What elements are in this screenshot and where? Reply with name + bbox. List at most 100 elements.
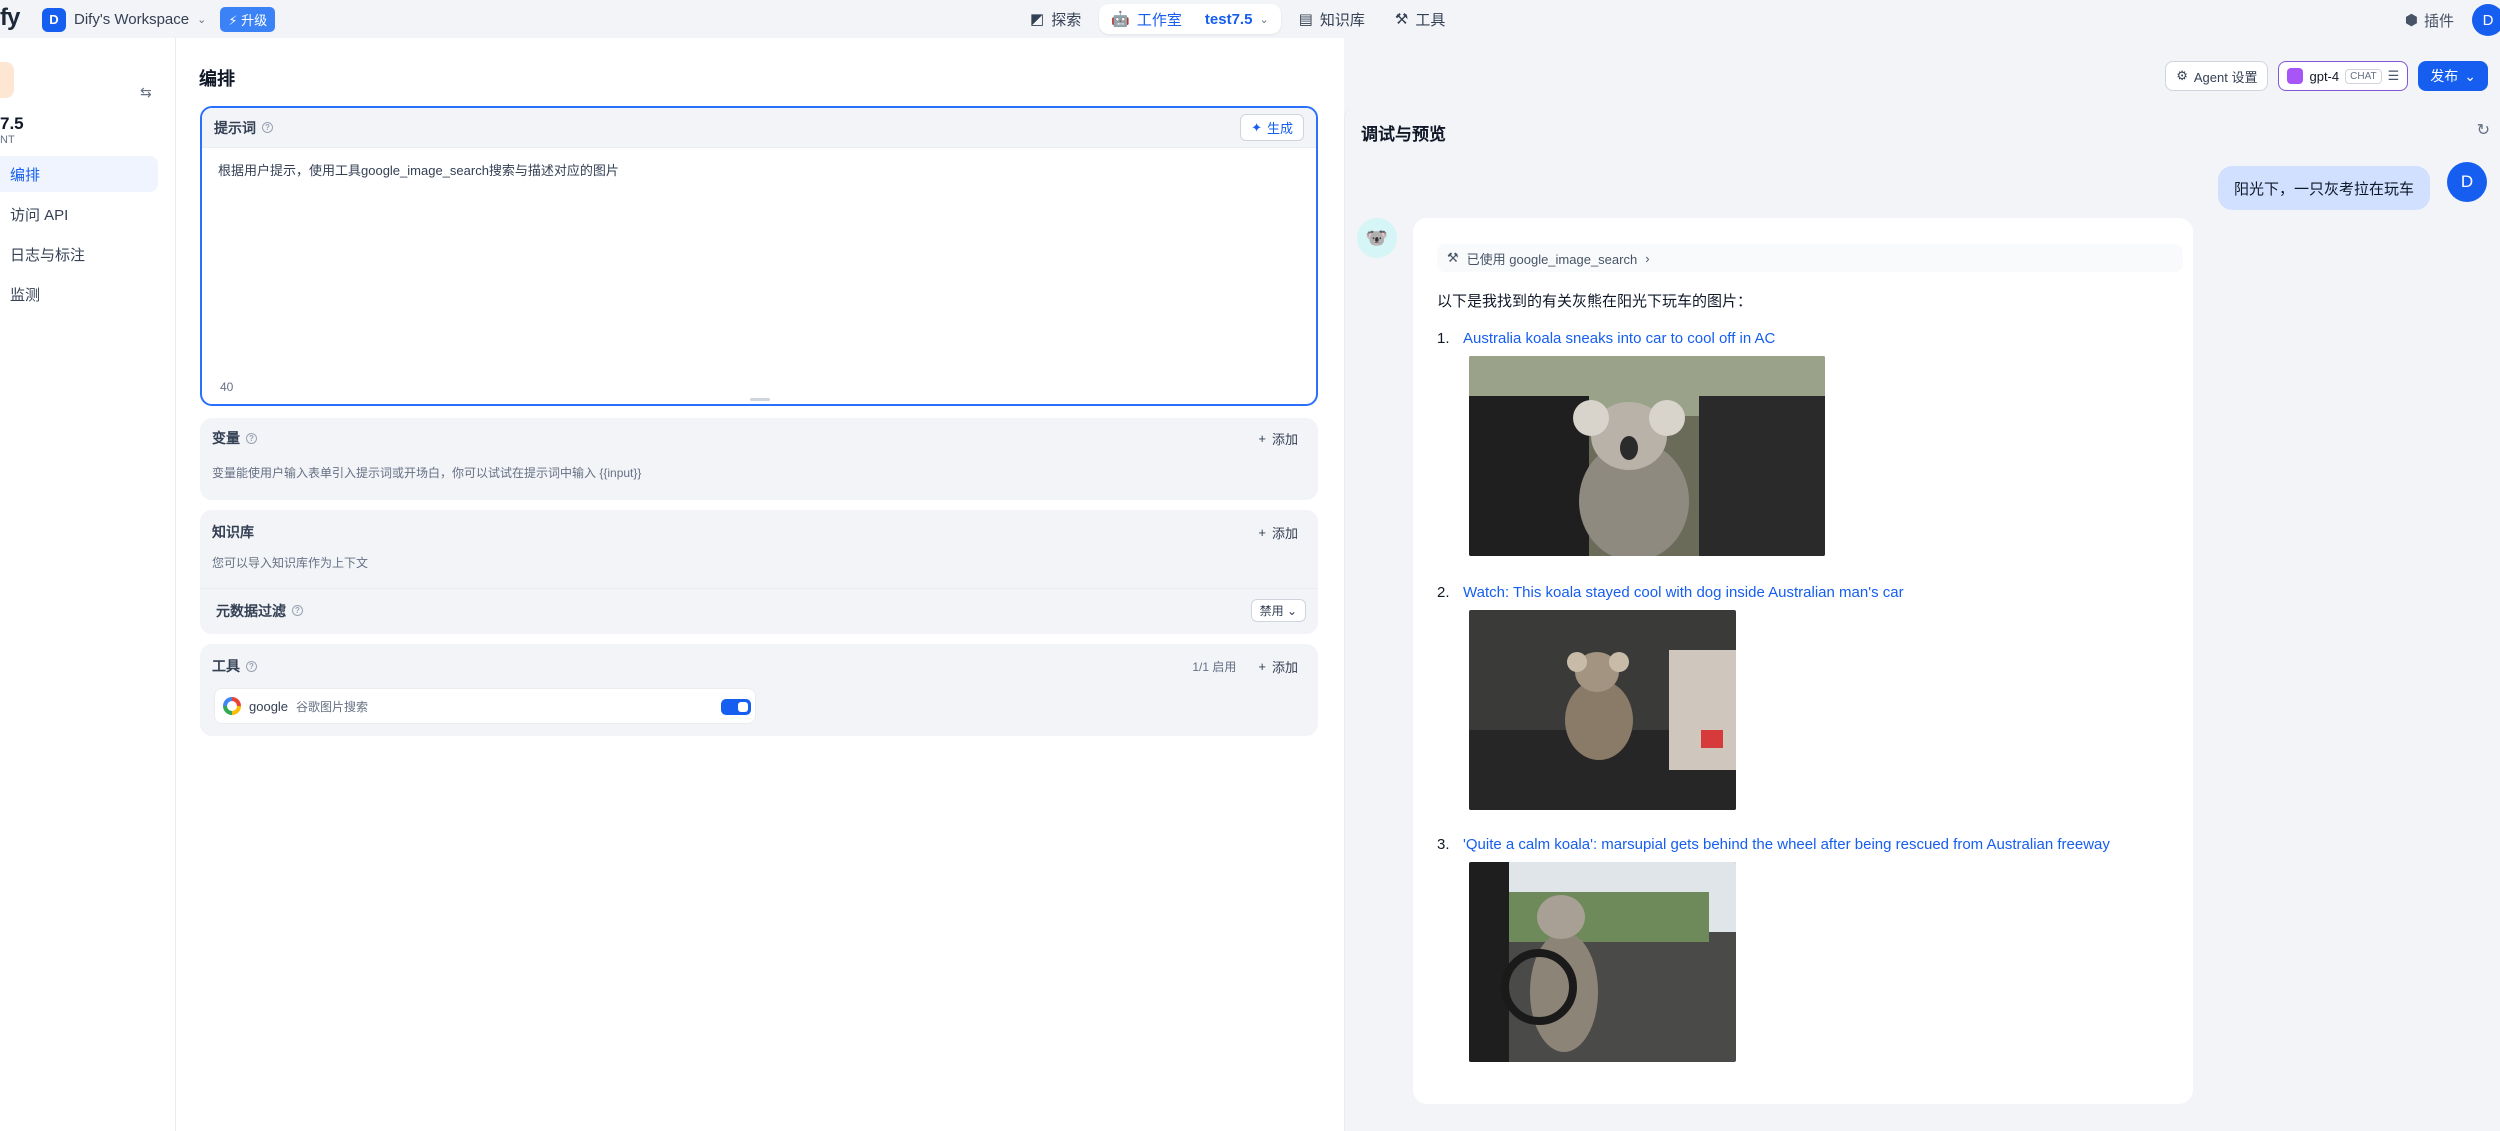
sidebar-item-api[interactable]: 访问 API xyxy=(0,196,158,232)
tool-item-google[interactable]: google 谷歌图片搜索 xyxy=(214,688,756,724)
help-icon[interactable]: ? xyxy=(262,122,273,133)
debug-title: 调试与预览 xyxy=(1361,125,1446,144)
help-icon[interactable]: ? xyxy=(292,605,303,616)
prompt-textarea[interactable]: 根据用户提示，使用工具google_image_search搜索与描述对应的图片 xyxy=(202,148,1316,191)
plugins-button[interactable]: ⬢ 插件 xyxy=(2405,10,2454,31)
chevron-down-icon: ⌄ xyxy=(1259,13,1269,26)
result-item: 3. 'Quite a calm koala': marsupial gets b… xyxy=(1437,836,2110,853)
tools-section: 工具 ? 1/1 启用 + 添加 google 谷歌图片搜索 xyxy=(200,644,1318,736)
openai-icon xyxy=(2287,68,2304,84)
publish-button[interactable]: 发布 ⌄ xyxy=(2418,61,2488,91)
metadata-filter-select[interactable]: 禁用 ⌄ xyxy=(1250,599,1306,622)
prompt-label: 提示词 ? xyxy=(214,118,273,138)
knowledge-description: 您可以导入知识库作为上下文 xyxy=(212,556,369,570)
bot-avatar-icon: 🐨 xyxy=(1357,218,1397,258)
app-header-actions: ⚙ Agent 设置 gpt-4 CHAT ☰ 发布 ⌄ xyxy=(2165,61,2488,91)
app-sidebar: ⇆ 7.5 NT 编排 访问 API 日志与标注 监测 xyxy=(0,38,176,1131)
app-icon xyxy=(0,62,14,98)
koala-car-photo-1 xyxy=(1469,356,1825,556)
nav-knowledge[interactable]: ▤ 知识库 xyxy=(1287,4,1377,34)
result-item: 1. Australia koala sneaks into car to coo… xyxy=(1437,330,1776,347)
generate-button[interactable]: ✦ 生成 xyxy=(1240,114,1304,141)
variables-description: 变量能使用户输入表单引入提示词或开场白，你可以试试在提示词中输入 {{input… xyxy=(212,466,642,480)
variables-label: 变量 ? xyxy=(212,428,257,448)
koala-car-photo-3 xyxy=(1469,862,1736,1062)
main-nav: ◩ 探索 🤖 工作室 test7.5 ⌄ ▤ 知识库 ⚒ 工具 xyxy=(1018,4,1457,34)
app-name: 7.5 xyxy=(0,114,24,133)
resize-handle[interactable] xyxy=(750,398,770,401)
sidebar-menu: 编排 访问 API 日志与标注 监测 xyxy=(0,156,158,316)
page-title: 编排 xyxy=(199,69,235,89)
nav-studio[interactable]: 🤖 工作室 test7.5 ⌄ xyxy=(1099,4,1281,34)
result-link[interactable]: Watch: This koala stayed cool with dog i… xyxy=(1463,584,1904,601)
add-knowledge-button[interactable]: + 添加 xyxy=(1250,519,1306,546)
knowledge-section: 知识库 + 添加 您可以导入知识库作为上下文 元数据过滤 ? 禁用 ⌄ xyxy=(200,510,1318,634)
result-link[interactable]: Australia koala sneaks into car to cool … xyxy=(1463,330,1775,347)
plus-icon: + xyxy=(1258,658,1266,674)
variables-section: 变量 ? + 添加 变量能使用户输入表单引入提示词或开场白，你可以试试在提示词中… xyxy=(200,418,1318,500)
chevron-right-icon: › xyxy=(1645,250,1650,266)
prompt-header: 提示词 ? ✦ 生成 xyxy=(202,108,1316,148)
user-message: 阳光下，一只灰考拉在玩车 xyxy=(2218,166,2431,210)
chevron-down-icon: ⌄ xyxy=(197,14,207,26)
sliders-icon: ☰ xyxy=(2387,68,2400,83)
workspace-name: Dify's Workspace xyxy=(74,11,190,28)
tools-enabled-count: 1/1 启用 xyxy=(1192,659,1237,674)
tools-label: 工具 ? xyxy=(212,656,257,676)
workspace-avatar: D xyxy=(42,7,66,32)
hammer-icon: ⚒ xyxy=(1447,250,1459,265)
upgrade-button[interactable]: ⚡ 升级 xyxy=(220,7,276,32)
top-right-actions: ⬢ 插件 D xyxy=(2405,4,2500,36)
plus-icon: + xyxy=(1258,524,1266,540)
sidebar-item-logs[interactable]: 日志与标注 xyxy=(0,236,158,272)
hammer-icon: ⚒ xyxy=(1394,11,1409,28)
result-image[interactable] xyxy=(1469,610,1736,810)
prompt-editor: 提示词 ? ✦ 生成 根据用户提示，使用工具google_image_searc… xyxy=(200,106,1318,406)
current-project[interactable]: test7.5 xyxy=(1205,11,1253,28)
sidebar-item-monitoring[interactable]: 监测 xyxy=(0,276,158,312)
result-link[interactable]: 'Quite a calm koala': marsupial gets beh… xyxy=(1463,836,2110,853)
google-icon xyxy=(223,697,241,715)
help-icon[interactable]: ? xyxy=(246,432,257,444)
knowledge-label: 知识库 xyxy=(212,524,254,540)
cube-icon: ⬢ xyxy=(2404,12,2418,29)
result-image[interactable] xyxy=(1469,356,1825,556)
add-tool-button[interactable]: + 添加 xyxy=(1250,653,1306,680)
workspace-switcher[interactable]: D Dify's Workspace ⌄ ⚡ 升级 xyxy=(42,7,276,32)
tool-description: 谷歌图片搜索 xyxy=(296,699,369,714)
koala-car-photo-2 xyxy=(1469,610,1736,810)
chevron-down-icon: ⌄ xyxy=(2464,67,2476,84)
top-bar: fy D Dify's Workspace ⌄ ⚡ 升级 ◩ 探索 🤖 工作室 … xyxy=(0,0,2500,38)
user-avatar[interactable]: D xyxy=(2472,4,2500,36)
model-selector[interactable]: gpt-4 CHAT ☰ xyxy=(2278,61,2409,91)
compass-icon: ◩ xyxy=(1030,11,1045,28)
add-variable-button[interactable]: + 添加 xyxy=(1250,425,1306,452)
metadata-filter-label: 元数据过滤 ? xyxy=(212,601,303,621)
refresh-icon[interactable]: ↻ xyxy=(2477,120,2490,140)
agent-settings-button[interactable]: ⚙ Agent 设置 xyxy=(2165,61,2269,91)
gear-icon: ⚙ xyxy=(2176,68,2188,83)
help-icon[interactable]: ? xyxy=(246,660,257,672)
nav-explore[interactable]: ◩ 探索 xyxy=(1018,4,1093,34)
bot-intro-text: 以下是我找到的有关灰熊在阳光下玩车的图片： xyxy=(1437,293,1753,310)
robot-icon: 🤖 xyxy=(1111,11,1130,28)
app-type: NT xyxy=(0,134,15,146)
result-image[interactable] xyxy=(1469,862,1736,1062)
sidebar-item-orchestrate[interactable]: 编排 xyxy=(0,156,158,192)
tool-name: google xyxy=(249,698,289,714)
prompt-char-count: 40 xyxy=(220,380,234,394)
model-mode-tag: CHAT xyxy=(2345,68,2382,84)
plus-icon: + xyxy=(1258,430,1266,446)
tool-toggle[interactable] xyxy=(721,699,751,715)
debug-preview-panel: 调试与预览 ↻ 阳光下，一只灰考拉在玩车 D 🐨 ⚒ 已使用 google_im… xyxy=(1344,106,2500,1131)
sparkle-icon: ✦ xyxy=(1251,119,1262,135)
book-icon: ▤ xyxy=(1298,11,1313,28)
chevron-down-icon: ⌄ xyxy=(1286,604,1297,618)
collapse-sidebar-icon[interactable]: ⇆ xyxy=(140,84,152,101)
tool-usage-indicator[interactable]: ⚒ 已使用 google_image_search › xyxy=(1437,244,2183,272)
dify-logo[interactable]: fy xyxy=(0,4,20,32)
nav-tools[interactable]: ⚒ 工具 xyxy=(1383,4,1457,34)
bot-message: ⚒ 已使用 google_image_search › 以下是我找到的有关灰熊在… xyxy=(1413,218,2193,1104)
user-avatar: D xyxy=(2447,162,2487,202)
result-item: 2. Watch: This koala stayed cool with dog… xyxy=(1437,584,1904,601)
